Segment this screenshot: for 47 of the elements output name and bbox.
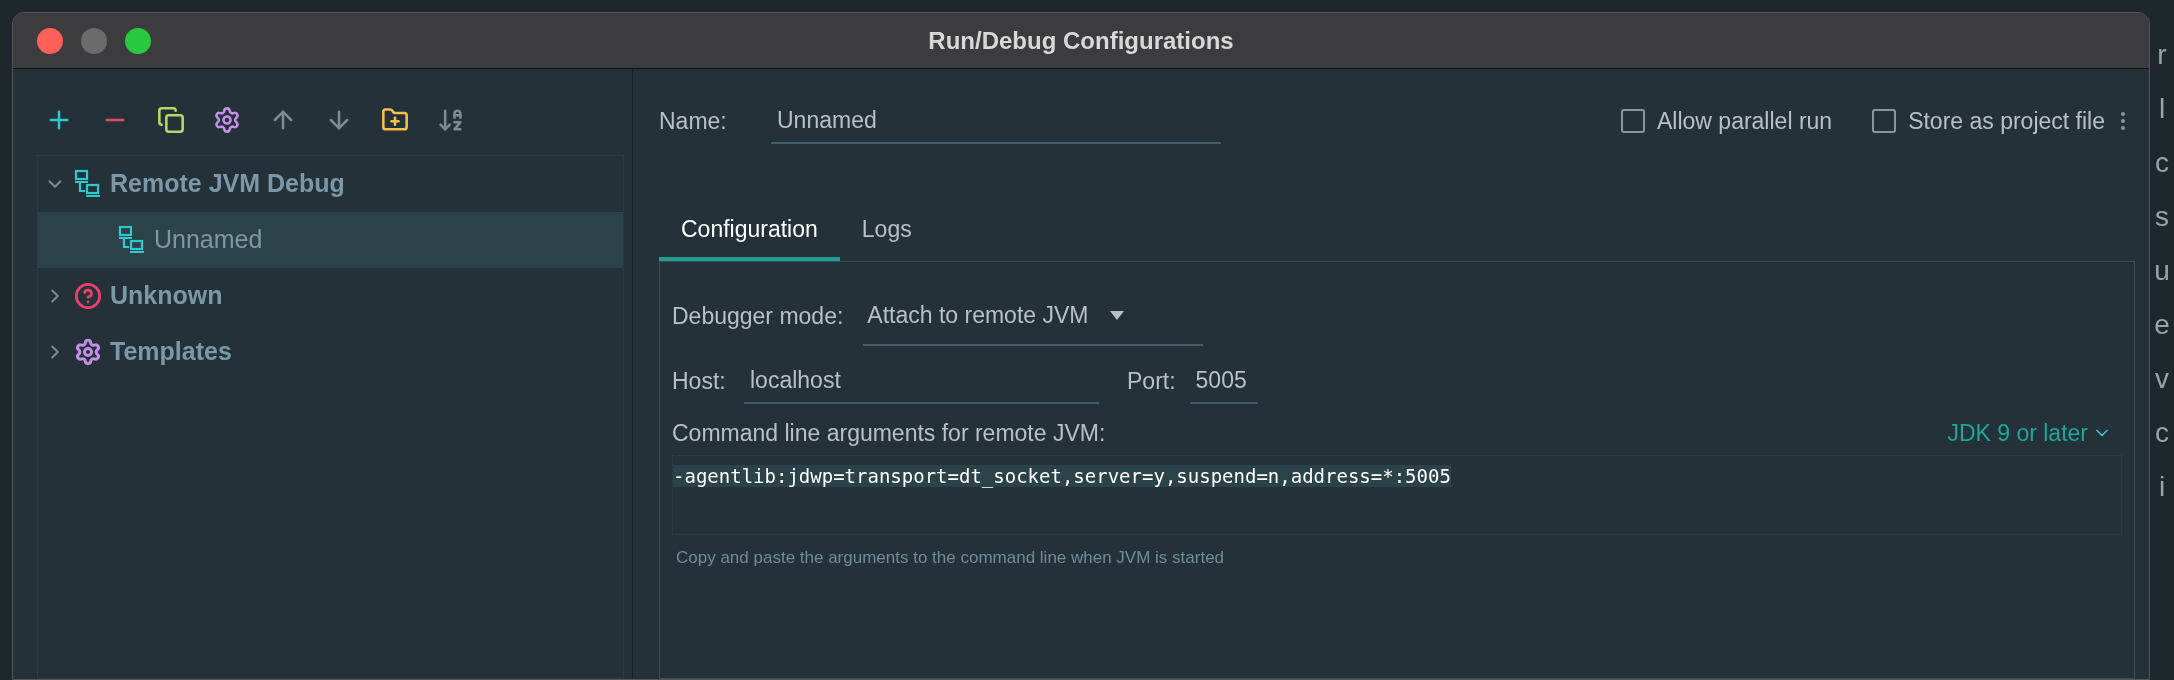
- background-letter: r: [2157, 40, 2167, 70]
- tree-item-label: Unknown: [110, 280, 223, 312]
- checkbox-label: Allow parallel run: [1657, 106, 1833, 136]
- question-circle-icon: [74, 282, 102, 310]
- tree-item[interactable]: Unknown: [38, 268, 623, 324]
- checkbox[interactable]: [1872, 109, 1897, 133]
- tree-item[interactable]: Templates: [38, 324, 623, 380]
- tab[interactable]: Logs: [839, 201, 934, 261]
- window-title: Run/Debug Configurations: [928, 25, 1234, 56]
- copy-icon[interactable]: [157, 106, 185, 134]
- tree-item-label: Templates: [110, 336, 232, 368]
- name-field[interactable]: Unnamed: [771, 98, 1221, 144]
- background-letter: c: [2155, 418, 2169, 448]
- name-label: Name:: [659, 106, 728, 136]
- arguments-label: Command line arguments for remote JVM:: [672, 419, 1106, 448]
- tab[interactable]: Configuration: [659, 201, 840, 261]
- background-letter: s: [2155, 202, 2169, 232]
- tree-item-label: Remote JVM Debug: [110, 168, 345, 200]
- debugger-mode-dropdown[interactable]: Attach to remote JVM: [863, 286, 1204, 346]
- tree-item-label: Unnamed: [154, 224, 263, 256]
- port-label: Port:: [1127, 366, 1176, 396]
- settings-icon[interactable]: [213, 106, 241, 134]
- sort-icon[interactable]: [437, 106, 465, 134]
- zoom-window-button[interactable]: [125, 27, 151, 54]
- close-window-button[interactable]: [37, 27, 63, 54]
- background-letter: l: [2158, 94, 2166, 124]
- host-label: Host:: [672, 366, 727, 396]
- gear-icon: [74, 338, 102, 366]
- checkbox-label: Store as project file: [1908, 106, 2105, 136]
- arguments-hint: Copy and paste the arguments to the command line when JVM is started: [675, 546, 1226, 569]
- background-letter: i: [2158, 472, 2166, 502]
- port-field[interactable]: 5005: [1189, 358, 1258, 404]
- jdk-version-link[interactable]: JDK 9 or later: [1947, 416, 2112, 451]
- tree-item[interactable]: Remote JVM Debug: [38, 156, 623, 212]
- folder-plus-icon[interactable]: [381, 106, 409, 134]
- checkbox[interactable]: [1621, 109, 1645, 133]
- dropdown-arrow-icon: [1110, 310, 1125, 320]
- network-computers-icon: [74, 169, 102, 199]
- arguments-field[interactable]: -agentlib:jdwp=transport=dt_socket,server=y,suspend=n,address=*:5005: [672, 454, 2122, 535]
- background-letter: v: [2155, 364, 2169, 394]
- minimize-window-button[interactable]: [81, 27, 107, 54]
- background-letter: u: [2154, 256, 2170, 286]
- background-letter: c: [2155, 148, 2169, 178]
- background-letter: e: [2154, 310, 2170, 340]
- network-computers-icon: [118, 225, 146, 255]
- debugger-mode-label: Debugger mode:: [672, 301, 844, 331]
- host-field[interactable]: localhost: [744, 358, 1099, 404]
